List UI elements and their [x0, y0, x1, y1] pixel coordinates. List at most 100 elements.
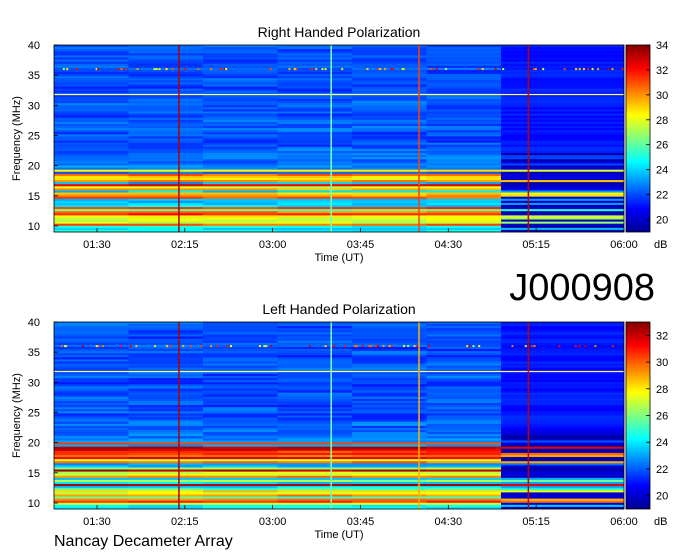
spectrogram-cell [501, 107, 624, 110]
spectrogram-cell [352, 471, 427, 474]
spectrogram-cell [352, 155, 427, 158]
rfi-speckle [270, 345, 273, 348]
spectrogram-cell [352, 417, 427, 420]
spectrogram-cell [277, 123, 353, 127]
spectrogram-cell [277, 346, 353, 350]
spectrogram-cell [54, 373, 129, 377]
spectrogram-cell [128, 173, 204, 177]
spectrogram-cell [277, 388, 353, 391]
spectrogram-cell [501, 211, 624, 214]
spectrogram-cell [54, 192, 129, 195]
spectrogram-cell [352, 53, 427, 56]
spectrogram-cell [352, 496, 427, 499]
spectrogram-cell [277, 407, 353, 410]
spectrogram-cell [426, 115, 502, 119]
spectrogram-cell [203, 384, 278, 387]
spectrogram-cell [426, 213, 502, 216]
spectrogram-cell [54, 63, 129, 67]
spectrogram-cell [128, 344, 204, 348]
spectrogram-cell [128, 169, 204, 173]
spectrogram-cell [426, 107, 502, 110]
spectrogram-cell [352, 353, 427, 356]
spectrogram-cell [501, 51, 624, 54]
spectrogram-cell [54, 365, 129, 369]
spectrogram-cell [277, 477, 353, 481]
spectrogram-cell [277, 219, 353, 222]
spectrogram-cell [352, 357, 427, 360]
spectrogram-cell [54, 209, 129, 212]
spectrogram-cell [426, 425, 502, 429]
rfi-speckle [265, 345, 268, 348]
spectrogram-cell [501, 500, 624, 504]
spectrogram-cell [277, 378, 353, 381]
spectrogram-cell [352, 484, 427, 487]
spectrogram-cell [501, 121, 624, 125]
rfi-speckle [502, 68, 505, 71]
spectrogram-cell [203, 121, 278, 125]
rfi-speckle [401, 68, 404, 71]
spectrogram-cell [352, 223, 427, 227]
spectrogram-cell [501, 338, 624, 341]
spectrogram-cell [203, 467, 278, 470]
spectrogram-cell [54, 340, 129, 344]
spectrogram-cell [128, 69, 204, 73]
spectrogram-cell [54, 219, 129, 222]
spectrogram-cell [352, 413, 427, 416]
spectrogram-cell [54, 490, 129, 493]
spectrogram-cell [352, 330, 427, 333]
rfi-speckle [445, 68, 448, 71]
spectrogram-cell [352, 346, 427, 350]
spectrogram-cell [352, 65, 427, 69]
spectrogram-cell [54, 142, 129, 146]
spectrogram-cell [426, 78, 502, 81]
spectrogram-cell [54, 57, 129, 60]
spectrogram-cell [277, 338, 353, 341]
spectrogram-cell [426, 430, 502, 433]
spectrogram-cell [501, 488, 624, 491]
spectrogram-cell [426, 53, 502, 56]
spectrogram-cell [54, 504, 129, 508]
spectrogram-cell [128, 486, 204, 489]
spectrogram-cell [203, 207, 278, 210]
spectrogram-cell [54, 221, 129, 224]
spectrogram-cell [426, 88, 502, 92]
spectrogram-cell [352, 142, 427, 146]
spectrogram-cell [426, 121, 502, 125]
spectrogram-cell [203, 394, 278, 398]
y-tick-label: 20 [28, 438, 40, 450]
spectrogram-cell [352, 190, 427, 193]
spectrogram-cell [352, 219, 427, 222]
spectrogram-cell [54, 465, 129, 468]
spectrogram-cell [203, 169, 278, 173]
spectrogram-cell [277, 146, 353, 150]
spectrogram-cell [54, 415, 129, 418]
rfi-speckle [435, 68, 438, 71]
spectrogram-cell [352, 367, 427, 371]
spectrogram-cell [203, 403, 278, 406]
rfi-speckle [607, 68, 610, 71]
rfi-speckle [66, 68, 69, 71]
spectrogram-cell [277, 144, 353, 148]
spectrogram-cell [501, 196, 624, 200]
spectrogram-cell [54, 173, 129, 177]
spectrogram-cell [426, 423, 502, 427]
rfi-speckle [259, 345, 261, 348]
spectrogram-cell [501, 342, 624, 346]
spectrogram-cell [54, 359, 129, 362]
spectrogram-cell [54, 436, 129, 439]
spectrogram-cell [54, 148, 129, 152]
spectrogram-cell [426, 454, 502, 458]
spectrogram-cell [426, 225, 502, 229]
spectrogram-cell [352, 334, 427, 337]
spectrogram-cell [501, 225, 624, 229]
spectrogram-cell [277, 109, 353, 112]
spectrogram-cell [352, 421, 427, 425]
rfi-speckle [582, 68, 585, 71]
panel-title: Left Handed Polarization [262, 301, 415, 317]
spectrogram-cell [203, 134, 278, 137]
spectrogram-cell [54, 328, 129, 331]
spectrogram-cell [128, 500, 204, 504]
spectrogram-cell [54, 115, 129, 119]
spectrogram-cell [426, 353, 502, 356]
spectrogram-cell [501, 409, 624, 412]
